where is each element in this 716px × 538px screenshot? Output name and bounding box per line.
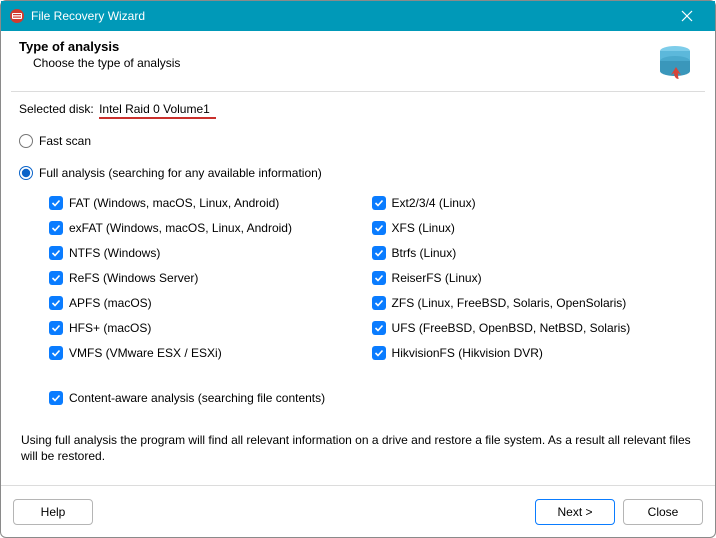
checkbox-icon bbox=[49, 321, 63, 335]
window-close-button[interactable] bbox=[667, 1, 707, 31]
filesystem-label: APFS (macOS) bbox=[69, 296, 152, 310]
filesystem-checkbox[interactable]: Ext2/3/4 (Linux) bbox=[372, 190, 697, 215]
filesystem-checkbox[interactable]: APFS (macOS) bbox=[49, 290, 372, 315]
checkbox-icon bbox=[49, 246, 63, 260]
content-aware-label: Content-aware analysis (searching file c… bbox=[69, 391, 325, 405]
page-subtitle: Choose the type of analysis bbox=[19, 56, 653, 70]
filesystem-column-right: Ext2/3/4 (Linux) XFS (Linux) Btrfs (Linux)… bbox=[372, 190, 697, 365]
checkbox-icon bbox=[372, 271, 386, 285]
filesystem-checkbox[interactable]: XFS (Linux) bbox=[372, 215, 697, 240]
filesystem-label: VMFS (VMware ESX / ESXi) bbox=[69, 346, 222, 360]
checkbox-icon bbox=[49, 391, 63, 405]
filesystem-label: FAT (Windows, macOS, Linux, Android) bbox=[69, 196, 279, 210]
filesystem-checkbox[interactable]: NTFS (Windows) bbox=[49, 240, 372, 265]
filesystem-checkbox[interactable]: exFAT (Windows, macOS, Linux, Android) bbox=[49, 215, 372, 240]
filesystem-label: UFS (FreeBSD, OpenBSD, NetBSD, Solaris) bbox=[392, 321, 631, 335]
selected-disk-value: Intel Raid 0 Volume1 bbox=[99, 102, 210, 118]
checkbox-icon bbox=[372, 346, 386, 360]
close-button[interactable]: Close bbox=[623, 499, 703, 525]
filesystem-checkbox[interactable]: VMFS (VMware ESX / ESXi) bbox=[49, 340, 372, 365]
checkbox-icon bbox=[372, 321, 386, 335]
wizard-icon bbox=[653, 39, 697, 83]
fast-scan-label: Fast scan bbox=[39, 134, 91, 148]
filesystem-column-left: FAT (Windows, macOS, Linux, Android) exFA… bbox=[19, 190, 372, 365]
full-analysis-radio-input[interactable] bbox=[19, 166, 33, 180]
checkbox-icon bbox=[372, 196, 386, 210]
help-button[interactable]: Help bbox=[13, 499, 93, 525]
filesystem-label: Btrfs (Linux) bbox=[392, 246, 457, 260]
filesystem-checkbox[interactable]: UFS (FreeBSD, OpenBSD, NetBSD, Solaris) bbox=[372, 315, 697, 340]
checkbox-icon bbox=[49, 296, 63, 310]
checkbox-icon bbox=[372, 246, 386, 260]
header-divider bbox=[11, 91, 705, 92]
wizard-header: Type of analysis Choose the type of anal… bbox=[1, 31, 715, 89]
filesystem-label: exFAT (Windows, macOS, Linux, Android) bbox=[69, 221, 292, 235]
fast-scan-radio[interactable]: Fast scan bbox=[19, 134, 697, 148]
window-title: File Recovery Wizard bbox=[31, 9, 667, 23]
filesystem-label: ReiserFS (Linux) bbox=[392, 271, 482, 285]
footer: Help Next > Close bbox=[1, 485, 715, 537]
checkbox-icon bbox=[372, 221, 386, 235]
selected-disk-label: Selected disk: bbox=[19, 102, 94, 116]
app-icon bbox=[9, 8, 25, 24]
filesystem-checkbox[interactable]: Btrfs (Linux) bbox=[372, 240, 697, 265]
fast-scan-radio-input[interactable] bbox=[19, 134, 33, 148]
filesystem-label: ReFS (Windows Server) bbox=[69, 271, 198, 285]
next-button[interactable]: Next > bbox=[535, 499, 615, 525]
filesystem-checkbox[interactable]: ReiserFS (Linux) bbox=[372, 265, 697, 290]
filesystem-checkbox[interactable]: FAT (Windows, macOS, Linux, Android) bbox=[49, 190, 372, 215]
selected-disk-row: Selected disk: Intel Raid 0 Volume1 bbox=[19, 102, 697, 118]
full-analysis-label: Full analysis (searching for any availab… bbox=[39, 166, 322, 180]
page-title: Type of analysis bbox=[19, 39, 653, 54]
analysis-description: Using full analysis the program will fin… bbox=[19, 432, 697, 464]
filesystem-label: HFS+ (macOS) bbox=[69, 321, 151, 335]
checkbox-icon bbox=[49, 221, 63, 235]
titlebar: File Recovery Wizard bbox=[1, 1, 715, 31]
filesystem-checkbox[interactable]: HFS+ (macOS) bbox=[49, 315, 372, 340]
checkbox-icon bbox=[49, 196, 63, 210]
checkbox-icon bbox=[49, 271, 63, 285]
filesystem-checkbox[interactable]: ZFS (Linux, FreeBSD, Solaris, OpenSolari… bbox=[372, 290, 697, 315]
filesystem-checkbox[interactable]: HikvisionFS (Hikvision DVR) bbox=[372, 340, 697, 365]
filesystem-label: Ext2/3/4 (Linux) bbox=[392, 196, 476, 210]
filesystem-label: ZFS (Linux, FreeBSD, Solaris, OpenSolari… bbox=[392, 296, 627, 310]
filesystem-label: HikvisionFS (Hikvision DVR) bbox=[392, 346, 543, 360]
filesystem-label: XFS (Linux) bbox=[392, 221, 455, 235]
close-icon bbox=[681, 10, 693, 22]
filesystem-checkbox[interactable]: ReFS (Windows Server) bbox=[49, 265, 372, 290]
content-aware-checkbox[interactable]: Content-aware analysis (searching file c… bbox=[49, 385, 697, 410]
filesystem-label: NTFS (Windows) bbox=[69, 246, 160, 260]
full-analysis-radio[interactable]: Full analysis (searching for any availab… bbox=[19, 166, 697, 180]
checkbox-icon bbox=[372, 296, 386, 310]
checkbox-icon bbox=[49, 346, 63, 360]
